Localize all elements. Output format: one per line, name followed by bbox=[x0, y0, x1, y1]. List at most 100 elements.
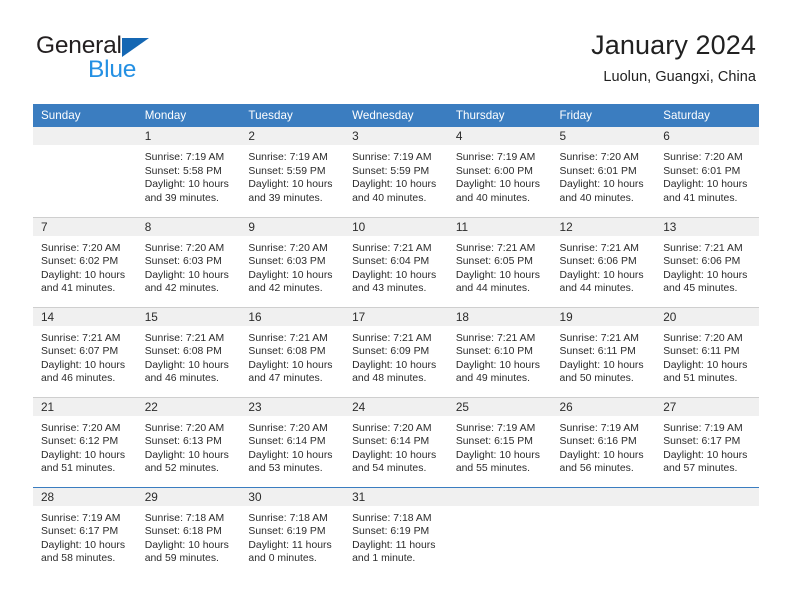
calendar-day-cell[interactable]: 3 Sunrise: 7:19 AM Sunset: 5:59 PM Daylight… bbox=[344, 127, 448, 217]
page-header: General Blue January 2024 Luolun, Guangx… bbox=[0, 0, 792, 104]
day-number bbox=[551, 487, 656, 506]
daylight-text-line1: Daylight: 11 hours bbox=[248, 539, 332, 551]
daylight-text-line1: Daylight: 10 hours bbox=[663, 269, 748, 281]
sunset-text: Sunset: 6:11 PM bbox=[663, 346, 740, 358]
calendar-day-cell[interactable]: 21 Sunrise: 7:20 AM Sunset: 6:12 PM Dayligh… bbox=[33, 396, 137, 487]
sunrise-text: Sunrise: 7:21 AM bbox=[455, 332, 536, 344]
day-details: Sunrise: 7:21 AM Sunset: 6:08 PM Daylight:… bbox=[137, 326, 241, 386]
sunset-text: Sunset: 6:05 PM bbox=[455, 256, 533, 268]
daylight-text-line1: Daylight: 10 hours bbox=[352, 359, 437, 371]
sunset-text: Sunset: 6:02 PM bbox=[41, 256, 119, 268]
daylight-text-line2: and 52 minutes. bbox=[144, 463, 219, 475]
sunset-text: Sunset: 6:00 PM bbox=[455, 165, 533, 177]
calendar-day-cell[interactable]: 24 Sunrise: 7:20 AM Sunset: 6:14 PM Dayligh… bbox=[344, 396, 448, 487]
day-number: 20 bbox=[655, 307, 759, 326]
calendar-day-cell[interactable]: 26 Sunrise: 7:19 AM Sunset: 6:16 PM Dayligh… bbox=[551, 396, 656, 487]
calendar-day-cell[interactable]: 9 Sunrise: 7:20 AM Sunset: 6:03 PM Daylight… bbox=[240, 216, 345, 307]
daylight-text-line2: and 51 minutes. bbox=[41, 463, 116, 475]
sunset-text: Sunset: 6:01 PM bbox=[559, 165, 637, 177]
day-details: Sunrise: 7:21 AM Sunset: 6:08 PM Daylight:… bbox=[240, 326, 344, 386]
daylight-text-line1: Daylight: 10 hours bbox=[248, 269, 333, 281]
day-details: Sunrise: 7:21 AM Sunset: 6:06 PM Daylight:… bbox=[552, 236, 656, 296]
weekday-header-thursday: Thursday bbox=[447, 104, 552, 127]
day-number: 24 bbox=[344, 397, 448, 416]
daylight-text-line2: and 53 minutes. bbox=[248, 463, 323, 475]
calendar-day-cell[interactable]: 30 Sunrise: 7:18 AM Sunset: 6:19 PM Dayligh… bbox=[240, 486, 345, 577]
sunrise-text: Sunrise: 7:19 AM bbox=[41, 512, 121, 524]
calendar-day-cell[interactable]: 11 Sunrise: 7:21 AM Sunset: 6:05 PM Dayligh… bbox=[447, 216, 552, 307]
calendar-day-cell[interactable]: 23 Sunrise: 7:20 AM Sunset: 6:14 PM Dayligh… bbox=[240, 396, 345, 487]
day-number: 23 bbox=[240, 397, 345, 416]
calendar-day-cell[interactable]: 5 Sunrise: 7:20 AM Sunset: 6:01 PM Daylight… bbox=[551, 127, 656, 217]
title-block: January 2024 Luolun, Guangxi, China bbox=[591, 30, 756, 85]
sunrise-text: Sunrise: 7:20 AM bbox=[41, 242, 121, 254]
calendar-day-cell[interactable]: 2 Sunrise: 7:19 AM Sunset: 5:59 PM Daylight… bbox=[240, 127, 345, 217]
daylight-text-line2: and 0 minutes. bbox=[248, 553, 317, 565]
daylight-text-line2: and 41 minutes. bbox=[41, 283, 116, 295]
calendar-day-cell[interactable]: 27 Sunrise: 7:19 AM Sunset: 6:17 PM Dayligh… bbox=[655, 396, 759, 487]
calendar-day-cell[interactable]: 29 Sunrise: 7:18 AM Sunset: 6:18 PM Dayligh… bbox=[136, 486, 241, 577]
sunset-text: Sunset: 6:10 PM bbox=[455, 346, 533, 358]
day-details: Sunrise: 7:19 AM Sunset: 6:00 PM Daylight:… bbox=[448, 145, 552, 205]
sunrise-text: Sunrise: 7:21 AM bbox=[352, 242, 432, 254]
daylight-text-line2: and 47 minutes. bbox=[248, 373, 323, 385]
calendar-day-cell[interactable]: 16 Sunrise: 7:21 AM Sunset: 6:08 PM Dayligh… bbox=[240, 306, 345, 397]
sunset-text: Sunset: 6:16 PM bbox=[559, 436, 637, 448]
calendar-day-cell[interactable]: 1 Sunrise: 7:19 AM Sunset: 5:58 PM Daylight… bbox=[136, 127, 241, 217]
sunrise-text: Sunrise: 7:20 AM bbox=[352, 422, 432, 434]
daylight-text-line2: and 54 minutes. bbox=[352, 463, 427, 475]
daylight-text-line2: and 39 minutes. bbox=[248, 192, 323, 204]
sunset-text: Sunset: 6:04 PM bbox=[352, 256, 430, 268]
calendar-day-cell[interactable]: 8 Sunrise: 7:20 AM Sunset: 6:03 PM Daylight… bbox=[136, 216, 241, 307]
day-number: 29 bbox=[136, 487, 241, 506]
day-number: 19 bbox=[551, 307, 656, 326]
daylight-text-line2: and 40 minutes. bbox=[559, 192, 634, 204]
calendar-day-cell[interactable]: 13 Sunrise: 7:21 AM Sunset: 6:06 PM Dayligh… bbox=[655, 216, 759, 307]
calendar-empty-cell bbox=[447, 486, 552, 577]
calendar-day-cell[interactable]: 25 Sunrise: 7:19 AM Sunset: 6:15 PM Dayligh… bbox=[447, 396, 552, 487]
daylight-text-line2: and 45 minutes. bbox=[663, 283, 738, 295]
day-number bbox=[33, 127, 137, 145]
day-number: 16 bbox=[240, 307, 345, 326]
day-details: Sunrise: 7:21 AM Sunset: 6:11 PM Daylight:… bbox=[552, 326, 656, 386]
calendar-day-cell[interactable]: 22 Sunrise: 7:20 AM Sunset: 6:13 PM Dayligh… bbox=[136, 396, 241, 487]
calendar-day-cell[interactable]: 19 Sunrise: 7:21 AM Sunset: 6:11 PM Dayligh… bbox=[551, 306, 656, 397]
logo-triangle-icon bbox=[122, 37, 149, 57]
page-title: January 2024 bbox=[591, 30, 756, 60]
calendar-day-cell[interactable]: 12 Sunrise: 7:21 AM Sunset: 6:06 PM Dayligh… bbox=[551, 216, 656, 307]
calendar-day-cell[interactable]: 7 Sunrise: 7:20 AM Sunset: 6:02 PM Daylight… bbox=[33, 216, 137, 307]
weekday-header-monday: Monday bbox=[136, 104, 241, 127]
day-number: 22 bbox=[136, 397, 241, 416]
sunset-text: Sunset: 6:03 PM bbox=[248, 256, 326, 268]
daylight-text-line2: and 56 minutes. bbox=[559, 463, 634, 475]
day-number: 21 bbox=[33, 397, 137, 416]
sunset-text: Sunset: 6:06 PM bbox=[663, 256, 741, 268]
daylight-text-line2: and 57 minutes. bbox=[663, 463, 738, 475]
daylight-text-line1: Daylight: 10 hours bbox=[352, 179, 437, 191]
calendar-day-cell[interactable]: 10 Sunrise: 7:21 AM Sunset: 6:04 PM Dayligh… bbox=[344, 216, 448, 307]
sunset-text: Sunset: 6:17 PM bbox=[41, 526, 119, 538]
sunrise-text: Sunrise: 7:21 AM bbox=[41, 332, 121, 344]
calendar-day-cell[interactable]: 15 Sunrise: 7:21 AM Sunset: 6:08 PM Dayligh… bbox=[136, 306, 241, 397]
daylight-text-line2: and 43 minutes. bbox=[352, 283, 427, 295]
daylight-text-line2: and 58 minutes. bbox=[41, 553, 116, 565]
calendar-day-cell[interactable]: 17 Sunrise: 7:21 AM Sunset: 6:09 PM Dayligh… bbox=[344, 306, 448, 397]
daylight-text-line1: Daylight: 10 hours bbox=[144, 449, 229, 461]
daylight-text-line2: and 44 minutes. bbox=[559, 283, 634, 295]
weekday-header-wednesday: Wednesday bbox=[344, 104, 448, 127]
calendar-day-cell[interactable]: 4 Sunrise: 7:19 AM Sunset: 6:00 PM Daylight… bbox=[447, 127, 552, 217]
day-details: Sunrise: 7:20 AM Sunset: 6:03 PM Daylight:… bbox=[240, 236, 344, 296]
calendar-day-cell[interactable]: 20 Sunrise: 7:20 AM Sunset: 6:11 PM Dayligh… bbox=[655, 306, 759, 397]
calendar-day-cell[interactable]: 31 Sunrise: 7:18 AM Sunset: 6:19 PM Dayligh… bbox=[344, 486, 448, 577]
calendar-day-cell[interactable]: 6 Sunrise: 7:20 AM Sunset: 6:01 PM Daylight… bbox=[655, 127, 759, 217]
sunrise-text: Sunrise: 7:21 AM bbox=[663, 242, 743, 254]
calendar-day-cell[interactable]: 28 Sunrise: 7:19 AM Sunset: 6:17 PM Dayligh… bbox=[33, 486, 137, 577]
calendar-day-cell[interactable]: 14 Sunrise: 7:21 AM Sunset: 6:07 PM Dayligh… bbox=[33, 306, 137, 397]
sunset-text: Sunset: 5:59 PM bbox=[248, 165, 326, 177]
daylight-text-line1: Daylight: 10 hours bbox=[248, 179, 333, 191]
calendar-day-cell[interactable]: 18 Sunrise: 7:21 AM Sunset: 6:10 PM Dayligh… bbox=[447, 306, 552, 397]
daylight-text-line1: Daylight: 11 hours bbox=[352, 539, 436, 551]
page-subtitle: Luolun, Guangxi, China bbox=[603, 68, 756, 85]
daylight-text-line1: Daylight: 10 hours bbox=[41, 539, 126, 551]
day-number: 11 bbox=[447, 217, 552, 236]
